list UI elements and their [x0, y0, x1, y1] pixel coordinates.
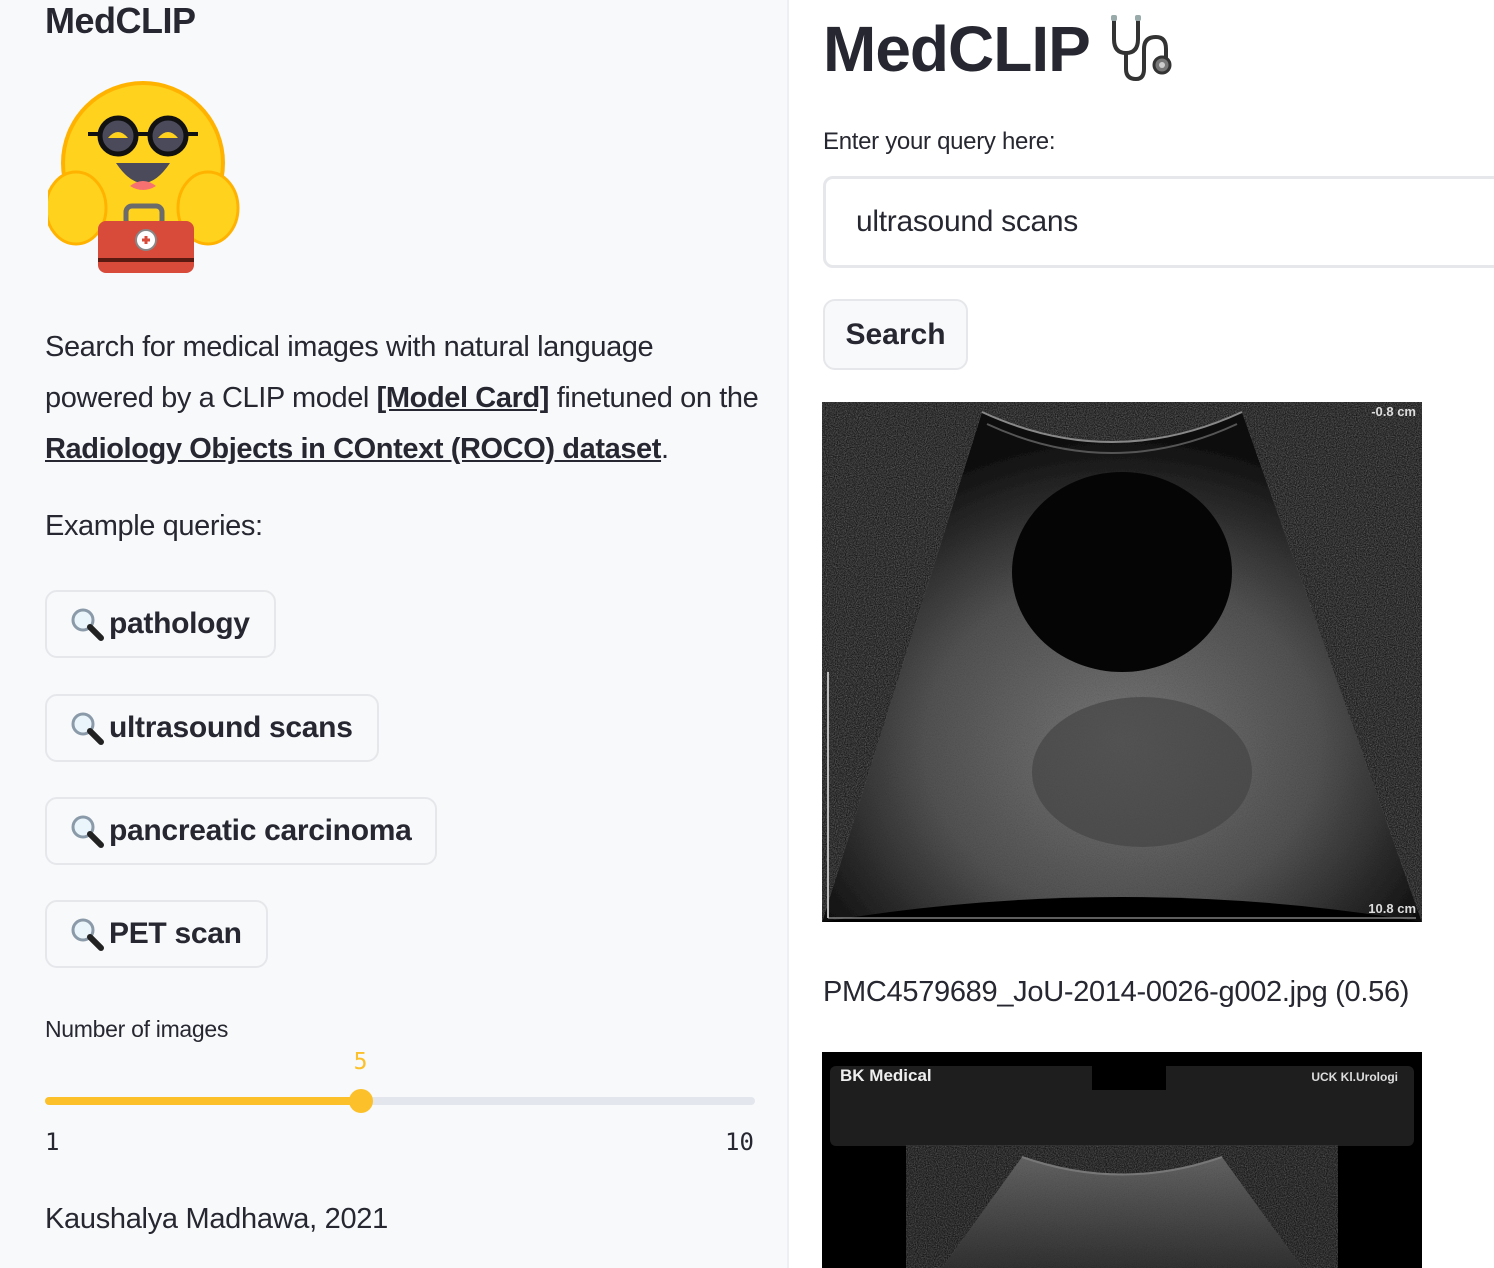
example-query-button-pancreatic-carcinoma[interactable]: pancreatic carcinoma: [45, 797, 438, 865]
author-credit: Kaushalya Madhawa, 2021: [45, 1203, 388, 1235]
depth-top-label: -0.8 cm: [1371, 404, 1416, 419]
page-title: MedCLIP: [823, 12, 1176, 86]
example-query-button-ultrasound-scans[interactable]: ultrasound scans: [45, 694, 379, 762]
example-query-label: ultrasound scans: [109, 711, 353, 744]
magnifying-glass-icon: [71, 608, 104, 641]
result-image: -0.8 cm 10.8 cm: [822, 402, 1422, 922]
ultrasound-scan-image: [822, 402, 1422, 922]
example-query-button-pathology[interactable]: pathology: [45, 590, 276, 658]
description-text: finetuned on the: [549, 382, 759, 414]
slider-label: Number of images: [45, 1016, 229, 1042]
example-query-label: PET scan: [109, 917, 242, 950]
example-query-label: pancreatic carcinoma: [109, 814, 412, 847]
query-label: Enter your query here:: [823, 128, 1056, 155]
result-image: BK Medical UCK Kl.Urologi: [822, 1052, 1422, 1268]
magnifying-glass-icon: [71, 918, 104, 951]
example-query-label: pathology: [109, 607, 250, 640]
page-title-text: MedCLIP: [823, 13, 1091, 85]
result-caption: PMC4579689_JoU-2014-0026-g002.jpg (0.56): [823, 976, 1410, 1008]
search-button[interactable]: Search: [823, 299, 968, 370]
slider-min-label: 1: [45, 1128, 60, 1156]
depth-bottom-label: 10.8 cm: [1368, 901, 1416, 916]
model-card-link[interactable]: [Model Card]: [377, 382, 550, 414]
scanner-brand-label: BK Medical: [840, 1066, 932, 1085]
query-input[interactable]: [823, 176, 1494, 268]
magnifying-glass-icon: [71, 712, 104, 745]
example-query-button-pet-scan[interactable]: PET scan: [45, 900, 268, 968]
sidebar-title: MedCLIP: [45, 0, 196, 41]
example-queries-label: Example queries:: [45, 510, 263, 542]
roco-dataset-link[interactable]: Radiology Objects in COntext (ROCO) data…: [45, 433, 661, 465]
magnifying-glass-icon: [71, 815, 104, 848]
sidebar: MedCLIP Search for medical images with n…: [0, 0, 789, 1268]
scanner-location-label: UCK Kl.Urologi: [1311, 1070, 1398, 1084]
description-text: .: [661, 433, 669, 465]
app-description: Search for medical images with natural l…: [45, 322, 765, 475]
slider-fill: [45, 1097, 361, 1105]
hugging-face-doctor-logo-icon: [48, 81, 240, 273]
slider-value-label: 5: [353, 1049, 368, 1075]
slider-max-label: 10: [725, 1128, 754, 1156]
slider-thumb[interactable]: [348, 1089, 373, 1113]
stethoscope-icon: [1110, 15, 1172, 82]
number-of-images-slider[interactable]: 5: [45, 1049, 755, 1113]
